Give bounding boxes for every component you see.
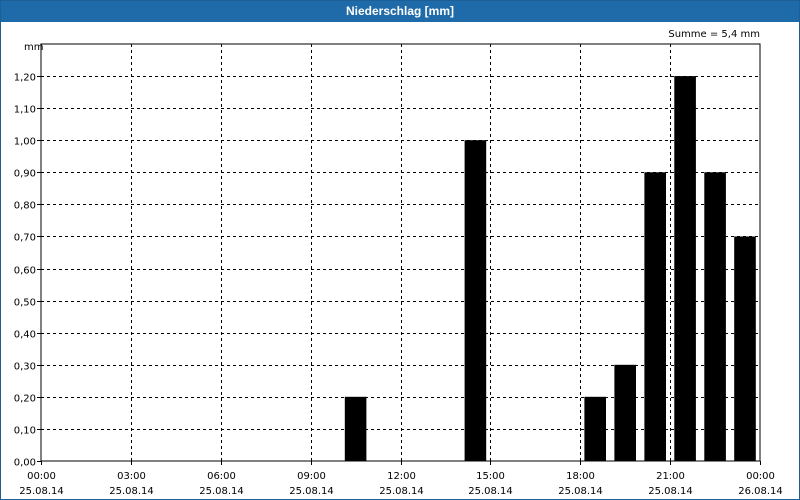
x-tick-time: 00:00 — [27, 471, 56, 482]
bar — [674, 76, 696, 461]
sum-label: Summe = 5,4 mm — [668, 29, 760, 40]
x-tick-date: 25.08.14 — [19, 486, 64, 497]
y-tick-label: 0,60 — [14, 266, 36, 277]
bar — [584, 396, 606, 461]
y-axis: 0,00 0,10 0,20 0,30 0,40 0,50 0,60 0,70 0,80 0,90… — [14, 73, 41, 469]
y-tick-label: 0,20 — [14, 394, 36, 405]
bar — [614, 364, 636, 461]
x-tick-time: 03:00 — [117, 471, 146, 482]
x-axis: 00:00 25.08.14 03:00 25.08.14 06:00 25.08.14 0… — [19, 461, 783, 497]
y-tick-label: 0,10 — [14, 426, 36, 437]
y-tick-label: 1,20 — [14, 73, 36, 84]
x-tick-time: 06:00 — [207, 471, 236, 482]
x-tick-date: 25.08.14 — [289, 486, 334, 497]
y-tick-label: 0,80 — [14, 201, 36, 212]
x-tick-time: 00:00 — [746, 471, 775, 482]
y-tick-label: 0,00 — [14, 458, 36, 469]
x-tick-date: 25.08.14 — [648, 486, 693, 497]
x-tick-time: 09:00 — [297, 471, 326, 482]
x-tick-date: 25.08.14 — [199, 486, 244, 497]
bar — [644, 172, 666, 462]
y-axis-label: mm — [24, 42, 43, 53]
x-tick-time: 21:00 — [656, 471, 685, 482]
x-tick-time: 18:00 — [566, 471, 595, 482]
precipitation-chart: 0,00 0,10 0,20 0,30 0,40 0,50 0,60 0,70 0,80 0,90… — [14, 29, 783, 497]
y-tick-label: 0,30 — [14, 362, 36, 373]
bar-series — [344, 76, 756, 462]
y-tick-label: 0,40 — [14, 330, 36, 341]
y-tick-label: 0,70 — [14, 233, 36, 244]
bar — [344, 396, 367, 461]
x-tick-date: 25.08.14 — [379, 486, 424, 497]
x-tick-time: 15:00 — [476, 471, 505, 482]
x-tick-date: 26.08.14 — [738, 486, 783, 497]
x-tick-date: 25.08.14 — [109, 486, 154, 497]
bar — [734, 236, 756, 461]
y-tick-label: 0,90 — [14, 169, 36, 180]
y-tick-label: 0,50 — [14, 298, 36, 309]
x-tick-time: 12:00 — [387, 471, 416, 482]
bar — [704, 172, 726, 462]
y-tick-label: 1,10 — [14, 105, 36, 116]
y-tick-label: 1,00 — [14, 137, 36, 148]
x-tick-date: 25.08.14 — [468, 486, 513, 497]
x-tick-date: 25.08.14 — [558, 486, 603, 497]
bar — [464, 140, 487, 461]
